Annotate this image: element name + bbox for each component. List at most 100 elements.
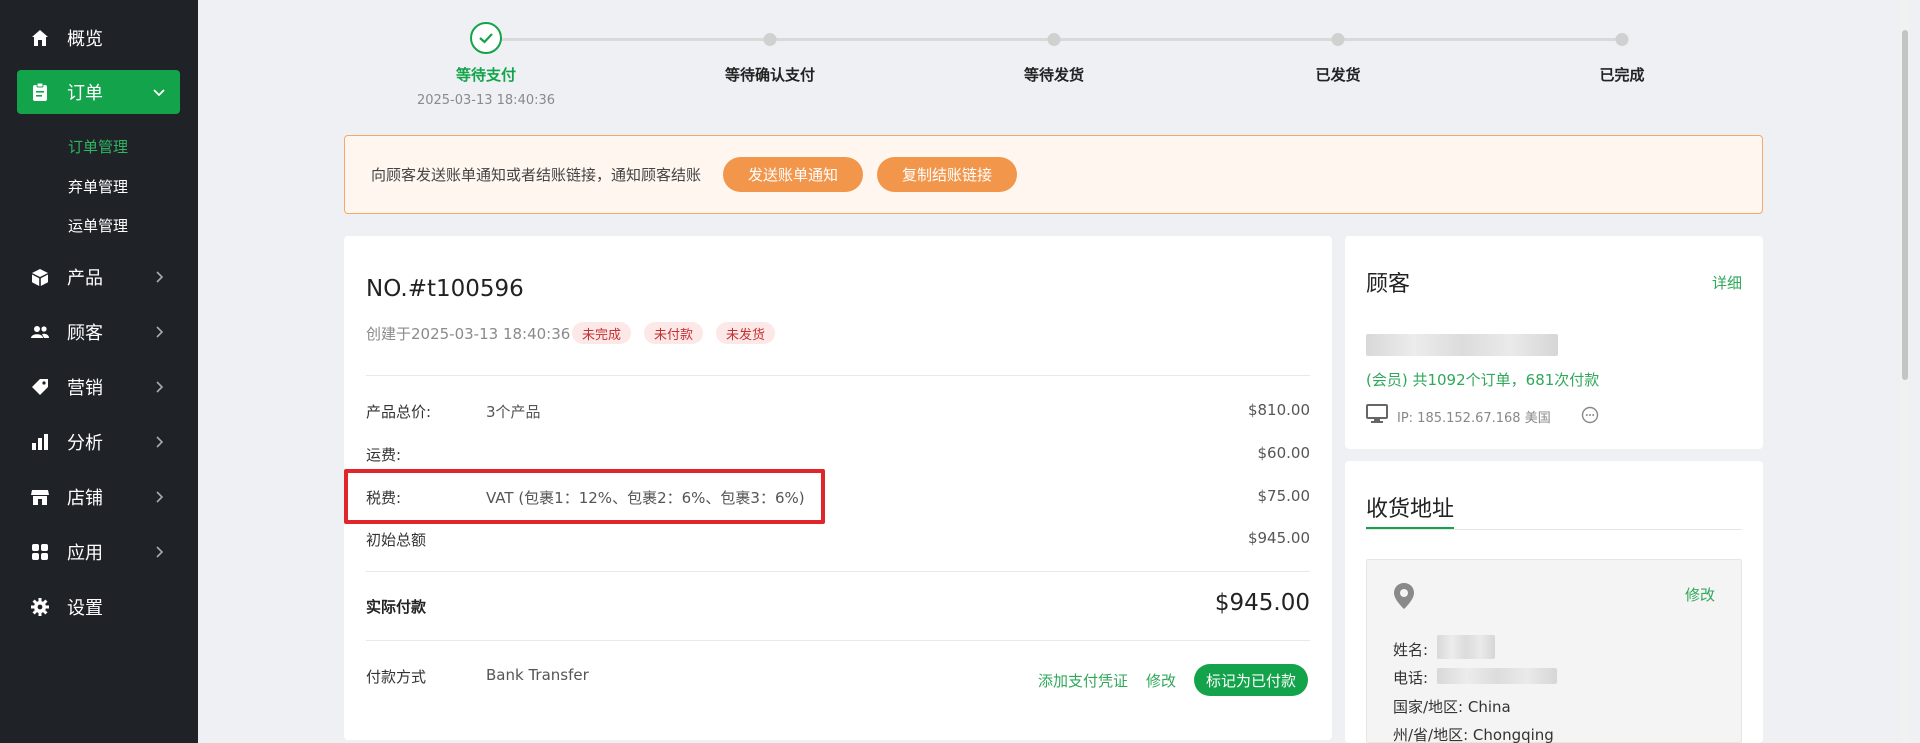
country-line: 国家/地区: China bbox=[1393, 698, 1511, 716]
nav-label: 分析 bbox=[67, 433, 103, 454]
nav-item-apps[interactable]: 应用 bbox=[17, 530, 180, 574]
subtotal-amount: $810.00 bbox=[1247, 401, 1310, 419]
nav-label: 营销 bbox=[67, 378, 103, 399]
step-date: 2025-03-13 18:40:36 bbox=[416, 93, 556, 108]
chevron-right-icon bbox=[156, 546, 164, 558]
tag-icon bbox=[29, 376, 51, 398]
edit-payment-link[interactable]: 修改 bbox=[1146, 670, 1176, 691]
status-badge-unshipped: 未发货 bbox=[716, 322, 776, 344]
step-awaiting-payment: 等待支付 bbox=[455, 66, 517, 84]
order-summary-card: NO.#t100596 创建于2025-03-13 18:40:36 未完成 未… bbox=[344, 236, 1332, 740]
add-payment-proof-link[interactable]: 添加支付凭证 bbox=[1038, 670, 1128, 691]
step-dot bbox=[1331, 33, 1345, 46]
chevron-down-icon bbox=[153, 89, 165, 97]
recipient-name-redacted bbox=[1437, 635, 1495, 659]
step-dot bbox=[763, 33, 777, 46]
nav-item-overview[interactable]: 概览 bbox=[17, 16, 180, 60]
customer-detail-link[interactable]: 详细 bbox=[1712, 272, 1742, 293]
box-icon bbox=[29, 266, 51, 288]
payment-method-value: Bank Transfer bbox=[486, 666, 589, 684]
nav-item-analytics[interactable]: 分析 bbox=[17, 420, 180, 464]
status-badge-unpaid: 未付款 bbox=[644, 322, 704, 344]
phone-redacted bbox=[1437, 668, 1557, 684]
paid-amount: $945.00 bbox=[1214, 590, 1310, 616]
bar-chart-icon bbox=[29, 431, 51, 453]
step-dot bbox=[1047, 33, 1061, 46]
paid-label: 实际付款 bbox=[366, 598, 427, 616]
users-icon bbox=[29, 321, 51, 343]
phone-label: 电话: bbox=[1393, 669, 1429, 687]
nav-label: 应用 bbox=[67, 543, 103, 564]
subtotal-value: 3个产品 bbox=[486, 403, 541, 421]
home-icon bbox=[29, 27, 51, 49]
checkout-notice-bar: 向顾客发送账单通知或者结账链接，通知顾客结账 发送账单通知 复制结账链接 bbox=[344, 135, 1763, 214]
customer-title: 顾客 bbox=[1366, 272, 1411, 297]
monitor-icon bbox=[1366, 404, 1388, 428]
shipping-label: 运费: bbox=[366, 446, 402, 464]
initial-total-label: 初始总额 bbox=[366, 531, 427, 549]
gear-icon bbox=[29, 596, 51, 618]
sub-item-abandoned-orders[interactable]: 弃单管理 bbox=[68, 176, 128, 197]
customer-name-redacted bbox=[1366, 334, 1558, 356]
chevron-right-icon bbox=[156, 381, 164, 393]
tax-amount: $75.00 bbox=[1257, 487, 1311, 505]
scrollbar-thumb[interactable] bbox=[1902, 30, 1908, 380]
step-awaiting-shipment: 等待发货 bbox=[1023, 66, 1085, 84]
initial-total-amount: $945.00 bbox=[1247, 529, 1310, 547]
nav-label: 订单 bbox=[67, 83, 103, 104]
clipboard-icon bbox=[29, 81, 51, 103]
step-dot bbox=[1615, 33, 1629, 46]
notice-text: 向顾客发送账单通知或者结账链接，通知顾客结账 bbox=[371, 166, 702, 184]
step-awaiting-confirmation: 等待确认支付 bbox=[724, 66, 816, 84]
state-line: 州/省/地区: Chongqing bbox=[1393, 726, 1554, 743]
order-created-date: 创建于2025-03-13 18:40:36 bbox=[366, 325, 571, 343]
chevron-right-icon bbox=[156, 326, 164, 338]
nav-item-settings[interactable]: 设置 bbox=[17, 585, 180, 629]
copy-checkout-link-button[interactable]: 复制结账链接 bbox=[877, 157, 1018, 192]
customer-card: 顾客 详细 (会员) 共1092个订单，681次付款 IP: 185.152.6… bbox=[1345, 236, 1763, 449]
mark-as-paid-button[interactable]: 标记为已付款 bbox=[1194, 664, 1309, 696]
chevron-right-icon bbox=[156, 491, 164, 503]
divider bbox=[366, 375, 1310, 376]
sidebar: 概览 订单 订单管理 弃单管理 运单管理 产品 顾客 营销 分析 店铺 应用 设… bbox=[0, 0, 198, 743]
chat-icon[interactable] bbox=[1581, 406, 1599, 428]
apps-icon bbox=[29, 541, 51, 563]
payment-method-label: 付款方式 bbox=[366, 668, 427, 686]
nav-label: 概览 bbox=[67, 29, 103, 50]
nav-item-products[interactable]: 产品 bbox=[17, 255, 180, 299]
nav-item-marketing[interactable]: 营销 bbox=[17, 365, 180, 409]
step-completed: 已完成 bbox=[1599, 66, 1645, 84]
location-pin-icon bbox=[1393, 582, 1415, 614]
divider bbox=[366, 640, 1310, 641]
sub-item-order-management[interactable]: 订单管理 bbox=[68, 136, 128, 157]
store-icon bbox=[29, 486, 51, 508]
page-scrollbar[interactable] bbox=[1900, 0, 1910, 743]
shipping-address-card: 收货地址 修改 姓名: 电话: 国家/地区: China 州/省/地区: Cho… bbox=[1345, 461, 1763, 743]
order-number: NO.#t100596 bbox=[366, 276, 524, 302]
subtotal-label: 产品总价: bbox=[366, 403, 432, 421]
edit-address-link[interactable]: 修改 bbox=[1685, 584, 1715, 605]
nav-label: 设置 bbox=[67, 598, 103, 619]
nav-label: 产品 bbox=[67, 268, 103, 289]
nav-label: 顾客 bbox=[67, 323, 103, 344]
nav-item-customers[interactable]: 顾客 bbox=[17, 310, 180, 354]
status-badge-incomplete: 未完成 bbox=[572, 322, 632, 344]
chevron-right-icon bbox=[156, 436, 164, 448]
nav-item-orders[interactable]: 订单 bbox=[17, 70, 180, 114]
chevron-right-icon bbox=[156, 271, 164, 283]
divider bbox=[1366, 529, 1742, 530]
sub-item-shipments[interactable]: 运单管理 bbox=[68, 215, 128, 236]
shipping-amount: $60.00 bbox=[1257, 444, 1311, 462]
address-title: 收货地址 bbox=[1366, 497, 1455, 522]
customer-stats: (会员) 共1092个订单，681次付款 bbox=[1366, 371, 1600, 389]
divider bbox=[366, 571, 1310, 572]
send-invoice-button[interactable]: 发送账单通知 bbox=[723, 157, 864, 192]
customer-ip: IP: 185.152.67.168 美国 bbox=[1397, 411, 1551, 426]
nav-item-store[interactable]: 店铺 bbox=[17, 475, 180, 519]
recipient-name-label: 姓名: bbox=[1393, 641, 1429, 659]
check-icon bbox=[470, 22, 502, 54]
nav-label: 店铺 bbox=[67, 488, 103, 509]
step-shipped: 已发货 bbox=[1315, 66, 1361, 84]
main-content: 等待支付 等待确认支付 等待发货 已发货 已完成 2025-03-13 18:4… bbox=[198, 0, 1910, 743]
tax-highlight-box bbox=[344, 469, 825, 524]
